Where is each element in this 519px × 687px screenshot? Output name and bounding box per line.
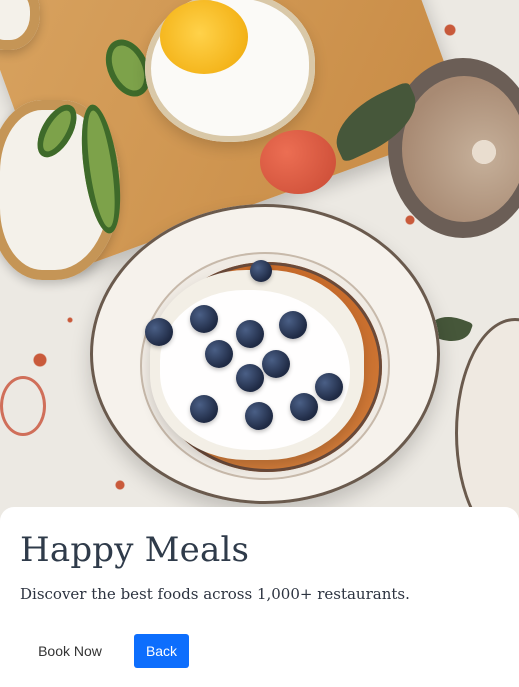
blueberry — [250, 260, 272, 282]
radish-pattern — [0, 376, 46, 436]
blueberry — [190, 395, 218, 423]
blueberry — [290, 393, 318, 421]
book-now-button[interactable]: Book Now — [20, 637, 120, 665]
blueberry — [315, 373, 343, 401]
card-subtitle: Discover the best foods across 1,000+ re… — [20, 585, 410, 603]
hero-image — [0, 0, 519, 530]
page: Happy Meals Discover the best foods acro… — [0, 0, 519, 687]
blueberry — [236, 320, 264, 348]
coffee-foam — [460, 128, 508, 176]
card-title: Happy Meals — [20, 530, 250, 570]
blueberry — [190, 305, 218, 333]
blueberry — [205, 340, 233, 368]
blueberry — [245, 402, 273, 430]
blueberry — [279, 311, 307, 339]
back-button[interactable]: Back — [134, 634, 189, 668]
blueberry — [145, 318, 173, 346]
radish-pattern — [260, 130, 336, 194]
blueberry — [236, 364, 264, 392]
blueberry — [262, 350, 290, 378]
egg-yolk — [160, 0, 248, 74]
